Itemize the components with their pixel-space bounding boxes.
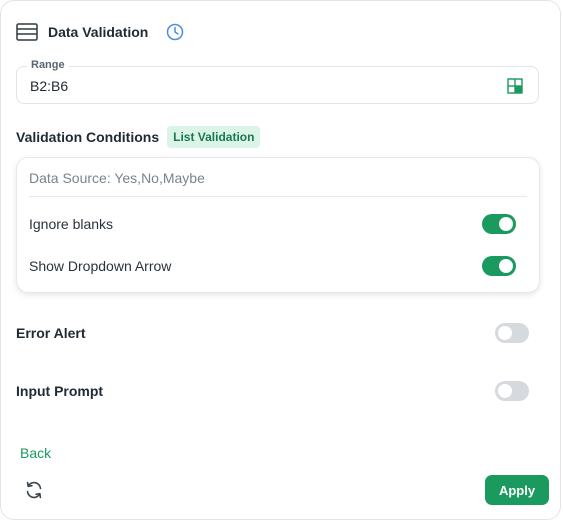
clock-icon[interactable] [166,23,184,41]
input-prompt-toggle[interactable] [495,381,529,401]
show-dropdown-arrow-toggle[interactable] [482,256,516,276]
input-prompt-label: Input Prompt [16,383,104,399]
toggle-knob [498,326,512,340]
show-dropdown-arrow-label: Show Dropdown Arrow [29,258,172,274]
error-alert-toggle[interactable] [495,323,529,343]
data-validation-panel: Data Validation Range B2:B6 Validation C… [0,0,561,520]
spreadsheet-icon [16,23,38,41]
back-link[interactable]: Back [20,445,51,461]
validation-options-card: Data Source: Yes,No,Maybe Ignore blanks … [16,157,540,293]
refresh-icon[interactable] [24,480,44,500]
validation-conditions-label: Validation Conditions [16,129,160,145]
page-title: Data Validation [48,24,149,40]
toggle-knob [498,384,512,398]
data-source-text: Data Source: Yes,No,Maybe [29,170,205,186]
range-label: Range [27,59,69,71]
error-alert-label: Error Alert [16,325,86,341]
cell-grid-icon[interactable] [507,78,523,94]
validation-conditions-row: Validation Conditions List Validation [16,125,261,149]
ignore-blanks-label: Ignore blanks [29,216,114,232]
toggle-knob [499,259,513,273]
range-input[interactable]: B2:B6 [30,78,68,94]
panel-header: Data Validation [16,20,184,44]
list-validation-badge: List Validation [167,126,261,148]
toggle-knob [499,217,513,231]
range-field[interactable]: Range B2:B6 [16,59,539,104]
ignore-blanks-toggle[interactable] [482,214,516,234]
divider [29,196,527,197]
apply-button[interactable]: Apply [485,475,549,505]
